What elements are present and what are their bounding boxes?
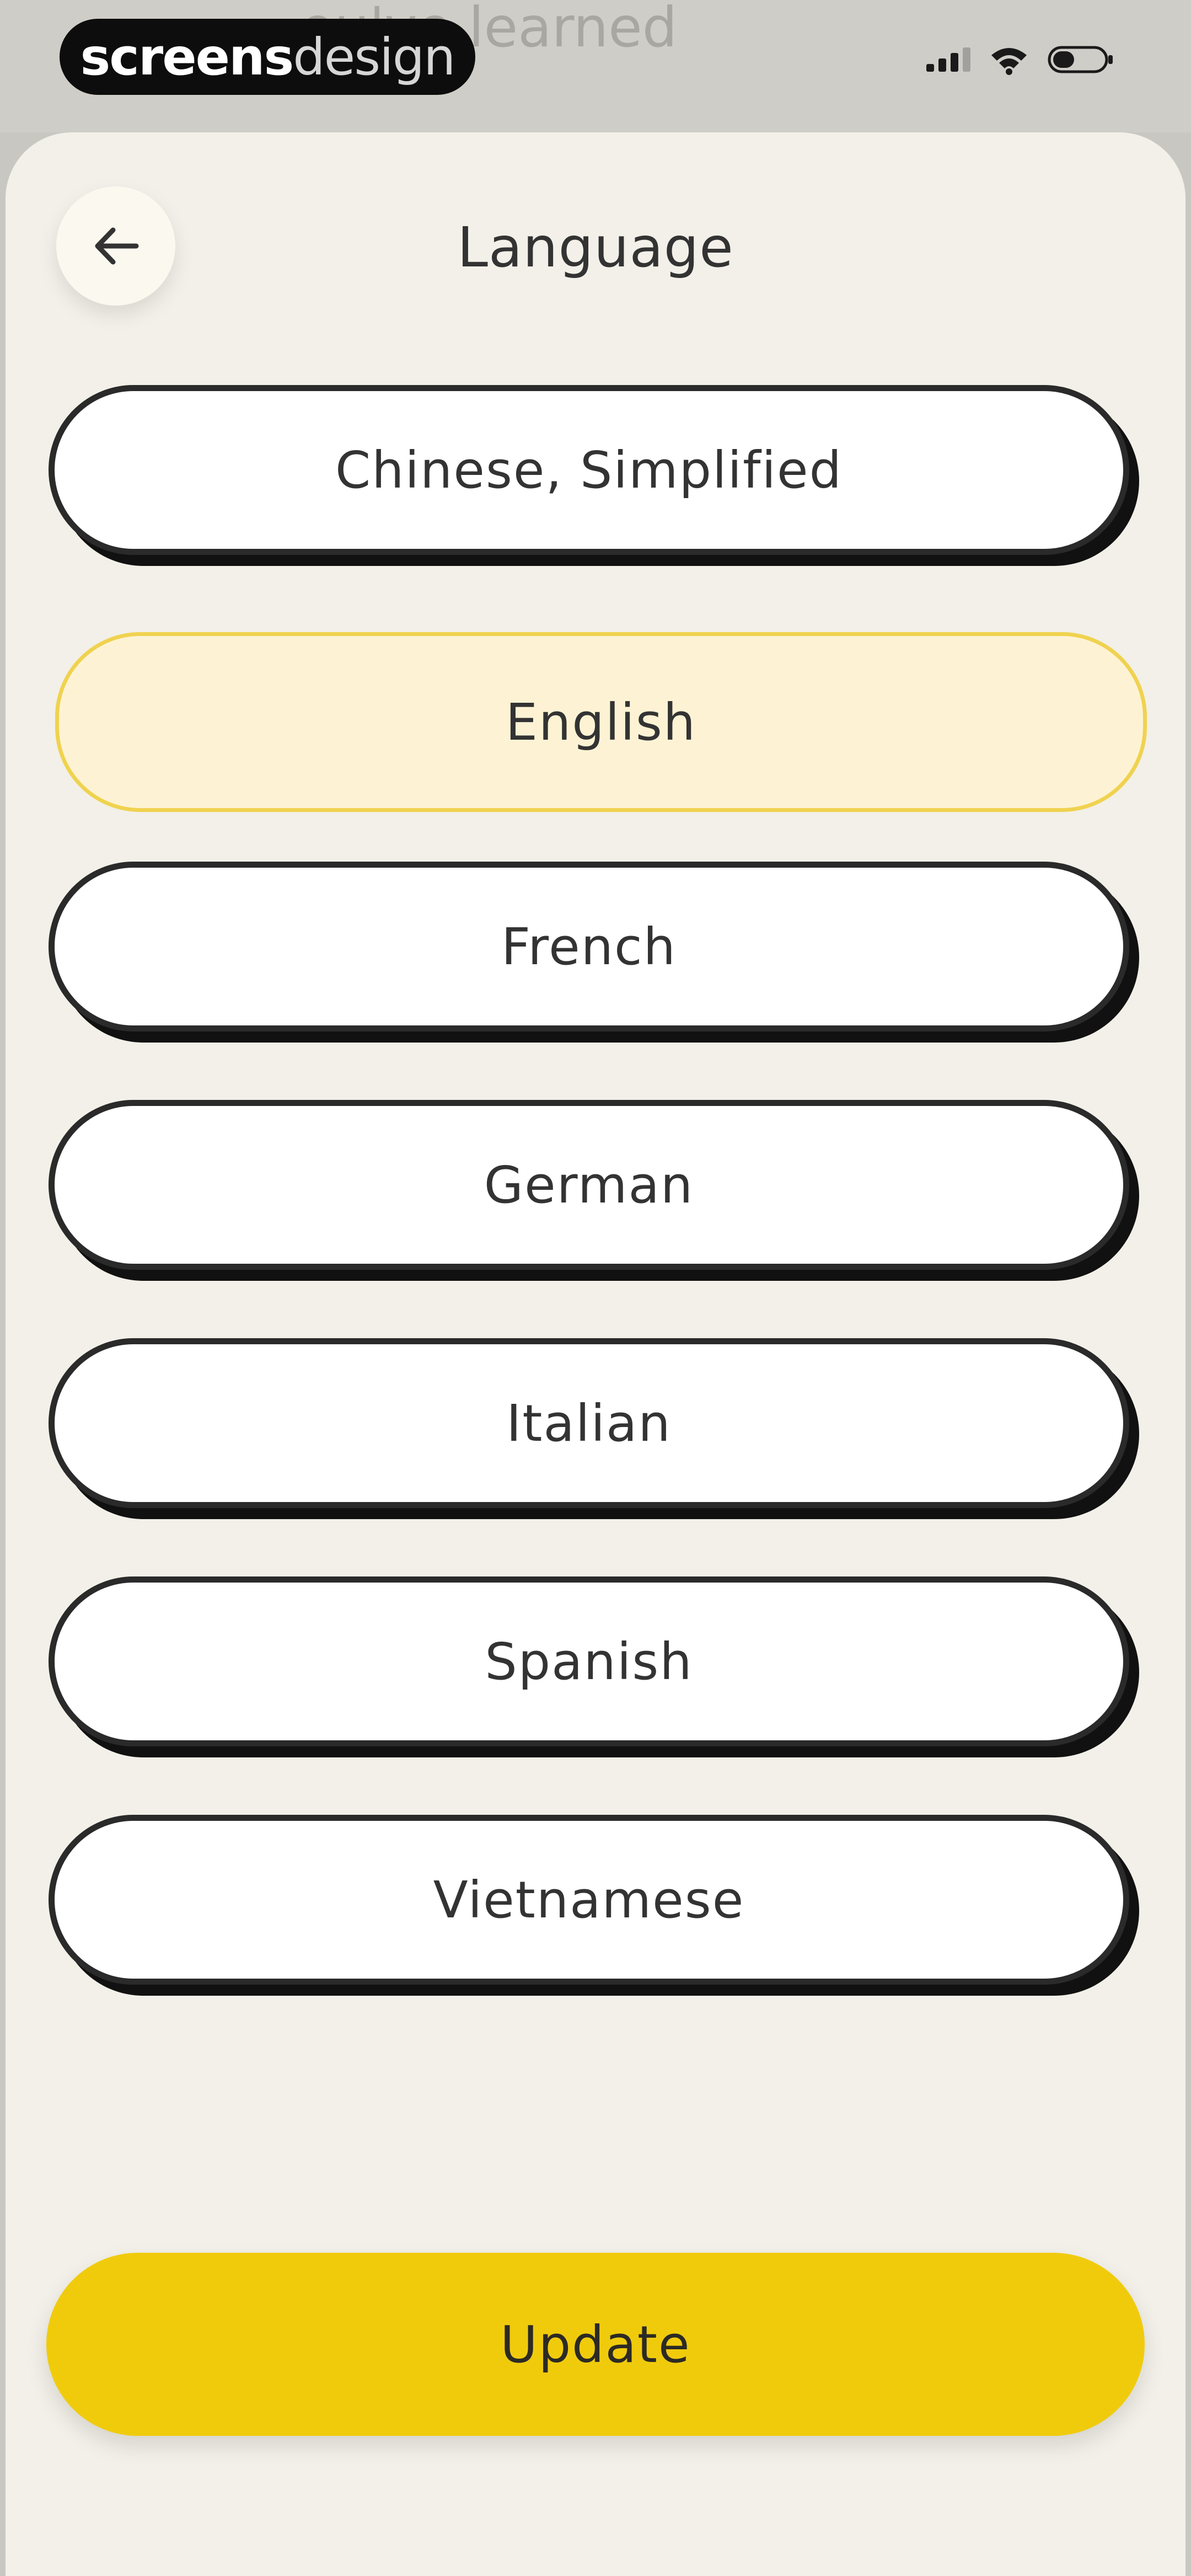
language-option-spanish[interactable]: Spanish bbox=[49, 1576, 1129, 1746]
watermark-part2: design bbox=[293, 27, 455, 87]
language-option-french[interactable]: French bbox=[49, 862, 1129, 1032]
watermark-logo: screens design bbox=[60, 19, 475, 95]
option-label: Spanish bbox=[485, 1632, 693, 1691]
wifi-icon bbox=[991, 48, 1027, 75]
watermark-part1: screens bbox=[80, 27, 294, 87]
option-label: German bbox=[484, 1155, 694, 1215]
battery-icon bbox=[1048, 46, 1113, 73]
language-option-german[interactable]: German bbox=[49, 1100, 1129, 1270]
language-option-english[interactable]: English bbox=[55, 632, 1147, 812]
language-option-vietnamese[interactable]: Vietnamese bbox=[49, 1815, 1129, 1985]
language-option-chinese-simplified[interactable]: Chinese, Simplified bbox=[49, 385, 1129, 555]
language-option-italian[interactable]: Italian bbox=[49, 1338, 1129, 1508]
option-label: French bbox=[501, 917, 677, 976]
option-label: Italian bbox=[506, 1393, 672, 1453]
update-button-label: Update bbox=[500, 2315, 691, 2374]
signal-icon bbox=[926, 47, 970, 72]
option-label: English bbox=[505, 692, 697, 752]
page-title: Language bbox=[457, 215, 734, 280]
status-bar bbox=[926, 44, 1114, 75]
option-label: Chinese, Simplified bbox=[335, 440, 843, 500]
option-label: Vietnamese bbox=[433, 1870, 745, 1930]
update-button[interactable]: Update bbox=[46, 2253, 1145, 2436]
